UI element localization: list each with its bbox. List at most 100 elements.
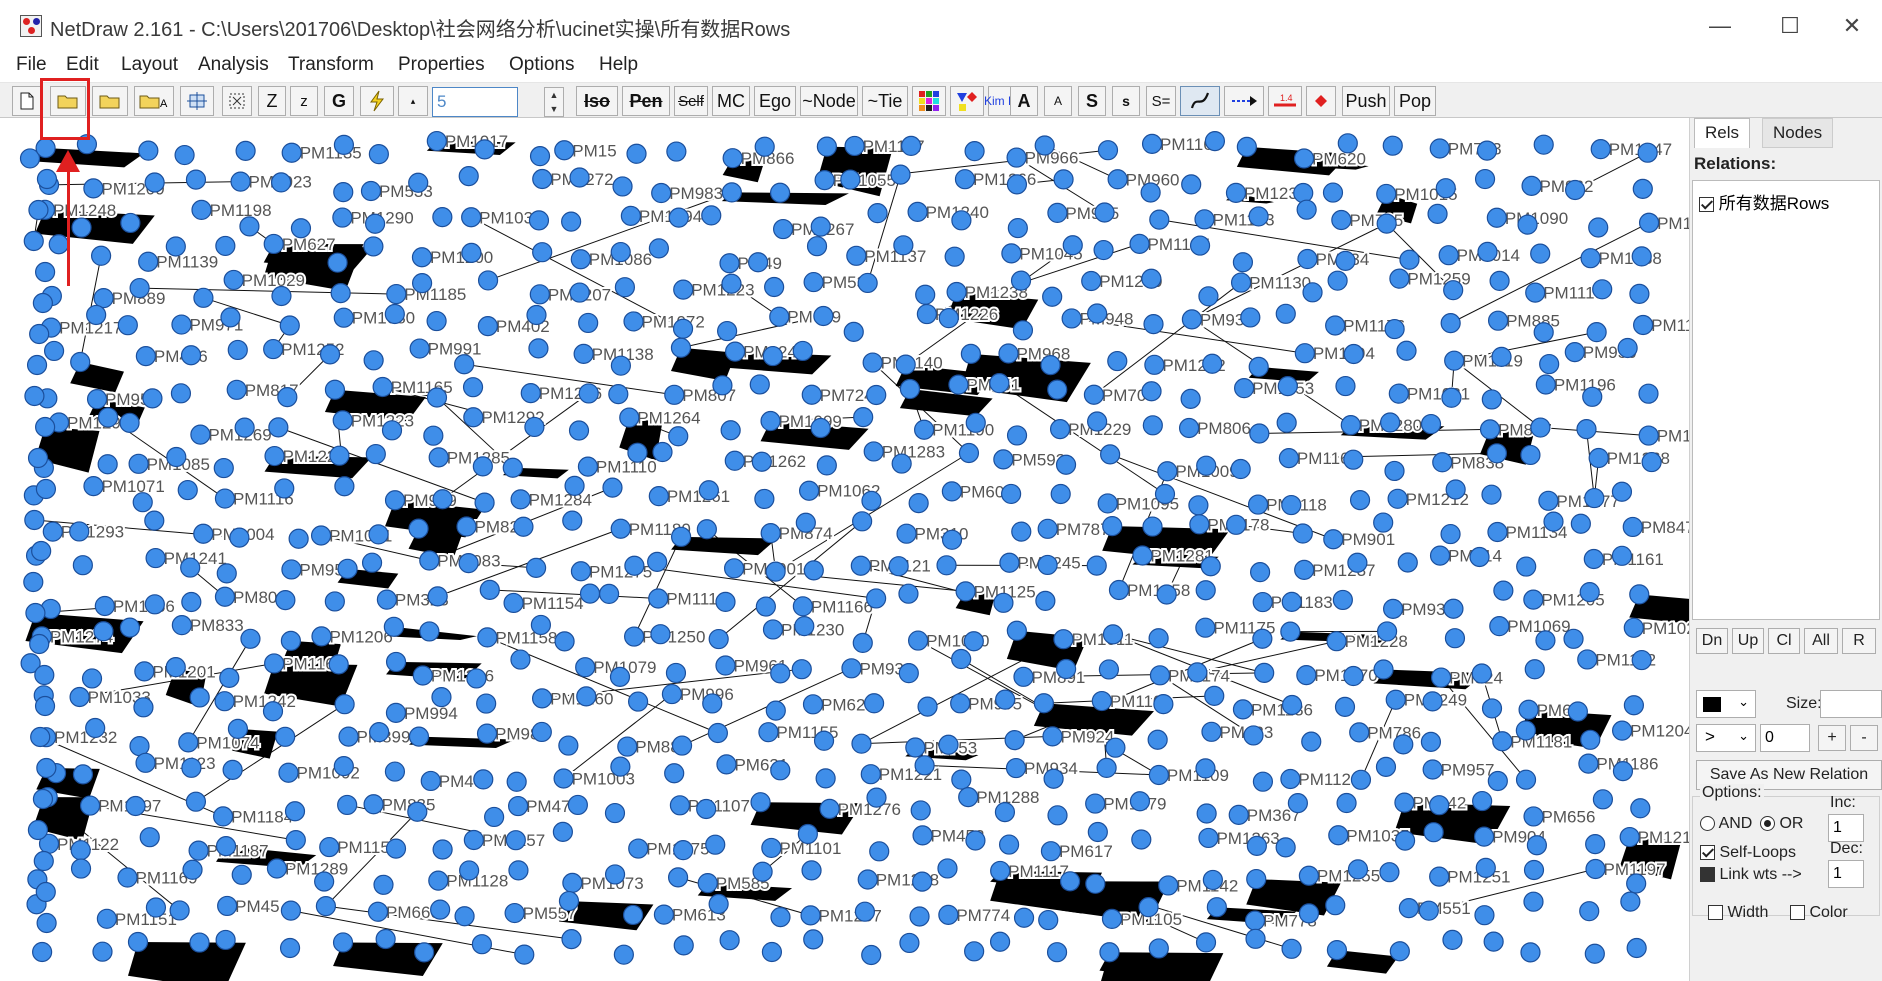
network-node[interactable] — [1246, 868, 1267, 890]
network-node[interactable] — [36, 168, 58, 190]
node-label[interactable]: PM627 — [280, 233, 338, 256]
network-node[interactable] — [226, 379, 247, 400]
network-node[interactable] — [270, 172, 292, 193]
network-node[interactable] — [1394, 792, 1415, 813]
network-node[interactable] — [1292, 523, 1313, 544]
network-node[interactable] — [951, 648, 972, 670]
network-node[interactable] — [1520, 942, 1541, 963]
network-node[interactable] — [1034, 135, 1055, 156]
network-node[interactable] — [816, 455, 837, 476]
network-node[interactable] — [375, 928, 396, 950]
network-node[interactable] — [213, 806, 234, 827]
network-node[interactable] — [623, 311, 644, 332]
network-node[interactable] — [220, 307, 241, 328]
tab-nodes[interactable]: Nodes — [1762, 118, 1834, 148]
network-node[interactable] — [427, 586, 448, 607]
network-node[interactable] — [90, 245, 112, 266]
network-node[interactable] — [1588, 217, 1609, 238]
network-node[interactable] — [627, 442, 648, 463]
node-label[interactable]: PM1136 — [1249, 698, 1315, 721]
network-node[interactable] — [1430, 667, 1452, 688]
network-node[interactable] — [1429, 545, 1451, 566]
inc-field[interactable]: 1 — [1828, 814, 1864, 842]
network-node[interactable] — [1296, 665, 1317, 686]
network-node[interactable] — [760, 523, 781, 544]
network-node[interactable] — [810, 216, 831, 237]
network-node[interactable] — [1516, 556, 1537, 577]
network-node[interactable] — [1202, 353, 1223, 374]
network-node[interactable] — [1429, 866, 1450, 887]
network-node[interactable] — [1384, 460, 1405, 482]
network-node[interactable] — [1423, 822, 1444, 843]
pop-button[interactable]: Pop — [1394, 86, 1436, 116]
network-node[interactable] — [863, 441, 884, 462]
network-node[interactable] — [1611, 720, 1633, 741]
network-node[interactable] — [1037, 554, 1058, 576]
network-node[interactable] — [1204, 685, 1225, 706]
network-node[interactable] — [135, 346, 156, 367]
network-node[interactable] — [1584, 943, 1605, 964]
node-label[interactable]: PM1264 — [635, 407, 702, 430]
network-node[interactable] — [1141, 381, 1162, 402]
network-node[interactable] — [1442, 929, 1463, 950]
network-node[interactable] — [1492, 731, 1513, 752]
network-node[interactable] — [1327, 270, 1348, 291]
network-node[interactable] — [1105, 737, 1126, 758]
link-weights-option[interactable]: Link wts --> — [1700, 866, 1802, 884]
network-node[interactable] — [477, 270, 499, 291]
node-label[interactable]: PM1261 — [665, 485, 732, 508]
network-node[interactable] — [575, 657, 596, 678]
network-node[interactable] — [908, 630, 929, 651]
node-label[interactable]: PM1117 — [1006, 860, 1071, 883]
network-node[interactable] — [132, 492, 153, 513]
network-node[interactable] — [262, 701, 284, 722]
network-node[interactable] — [1524, 659, 1545, 680]
network-node[interactable] — [1538, 490, 1559, 511]
network-node[interactable] — [801, 860, 822, 881]
network-node[interactable] — [34, 695, 56, 717]
network-node[interactable] — [717, 320, 738, 342]
network-node[interactable] — [363, 350, 384, 371]
network-node[interactable] — [127, 931, 149, 953]
network-node[interactable] — [1638, 212, 1660, 233]
network-node[interactable] — [240, 628, 261, 649]
node-label[interactable]: PM1074 — [194, 731, 261, 754]
network-node[interactable] — [568, 420, 590, 441]
network-node[interactable] — [716, 754, 737, 775]
network-node[interactable] — [332, 207, 353, 228]
network-node[interactable] — [1491, 346, 1512, 367]
network-node[interactable] — [770, 760, 791, 781]
network-node[interactable] — [1394, 830, 1416, 851]
network-node[interactable] — [917, 696, 938, 717]
network-node[interactable] — [1376, 213, 1397, 234]
network-node[interactable] — [1294, 343, 1315, 364]
network-node[interactable] — [721, 182, 742, 203]
network-node[interactable] — [916, 303, 937, 325]
network-node[interactable] — [432, 839, 453, 860]
fit-zoom-button[interactable] — [222, 86, 252, 116]
network-node[interactable] — [891, 453, 912, 474]
network-node[interactable] — [263, 233, 284, 255]
network-node[interactable] — [1108, 579, 1130, 601]
network-node[interactable] — [363, 794, 384, 815]
network-node[interactable] — [1622, 516, 1643, 538]
node-label[interactable]: PM620 — [1310, 147, 1368, 170]
network-node[interactable] — [1148, 628, 1169, 649]
network-node[interactable] — [72, 555, 93, 576]
network-node[interactable] — [628, 838, 649, 859]
network-node[interactable] — [819, 798, 840, 819]
network-node[interactable] — [614, 277, 635, 298]
network-node[interactable] — [411, 247, 433, 268]
network-node[interactable] — [1202, 869, 1223, 891]
network-node[interactable] — [558, 735, 579, 756]
network-node[interactable] — [29, 323, 50, 345]
network-node[interactable] — [43, 340, 65, 362]
node-label[interactable]: PM1029 — [240, 269, 307, 292]
network-node[interactable] — [70, 351, 91, 373]
network-node[interactable] — [669, 795, 691, 816]
network-node[interactable] — [1326, 940, 1348, 961]
network-node[interactable] — [1140, 182, 1161, 203]
network-node[interactable] — [867, 203, 888, 224]
network-node[interactable] — [1422, 759, 1443, 780]
network-node[interactable] — [708, 893, 729, 915]
